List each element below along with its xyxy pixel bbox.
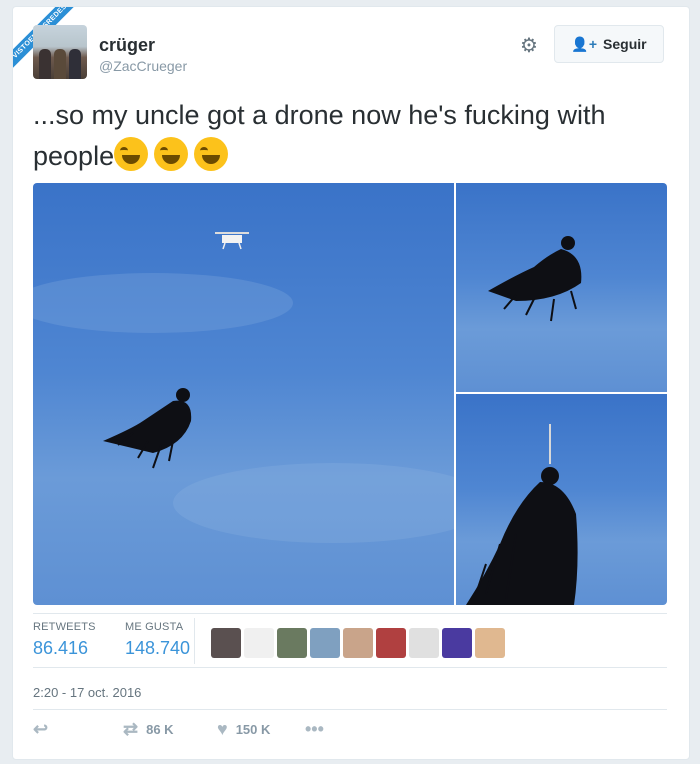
retweets-value: 86.416 xyxy=(33,638,89,658)
tears-of-joy-emoji-icon xyxy=(114,137,149,171)
avatar[interactable] xyxy=(33,25,87,79)
liker-avatar[interactable] xyxy=(376,628,406,658)
liker-avatars xyxy=(211,628,505,658)
more-button[interactable]: ••• xyxy=(305,719,324,740)
more-icon: ••• xyxy=(305,719,324,739)
tweet-actions: ↩ ⇄ 86 K ♥ 150 K ••• xyxy=(33,719,667,743)
drone-icon xyxy=(215,232,249,250)
retweet-button[interactable]: ⇄ 86 K xyxy=(123,719,174,740)
add-user-icon: 👤+ xyxy=(571,35,598,52)
retweets-stat[interactable]: RETWEETS 86.416 xyxy=(33,621,96,659)
photo-bottom-right[interactable] xyxy=(456,394,667,605)
likes-value: 148.740 xyxy=(125,638,191,658)
tweet-card: VISTOENLASREDES crüger @ZacCrueger ⚙ 👤+ … xyxy=(12,6,690,760)
liker-avatar[interactable] xyxy=(244,628,274,658)
liker-avatar[interactable] xyxy=(442,628,472,658)
tweet-media[interactable] xyxy=(33,183,667,605)
follow-label: Seguir xyxy=(603,36,647,52)
liker-avatar[interactable] xyxy=(211,628,241,658)
stats-divider xyxy=(194,618,195,664)
like-button[interactable]: ♥ 150 K xyxy=(217,719,270,740)
dementor-figure-icon xyxy=(466,467,578,605)
heart-icon: ♥ xyxy=(217,719,228,739)
likes-stat[interactable]: ME GUSTA 148.740 xyxy=(125,621,190,659)
tears-of-joy-emoji-icon xyxy=(154,137,189,171)
dementor-figure-icon xyxy=(103,388,192,469)
emoji-group xyxy=(114,137,234,171)
retweets-label: RETWEETS xyxy=(33,621,96,633)
user-name[interactable]: crüger xyxy=(99,35,155,56)
reply-icon: ↩ xyxy=(33,719,49,739)
liker-avatar[interactable] xyxy=(475,628,505,658)
divider-bottom xyxy=(33,709,667,710)
timestamp[interactable]: 2:20 - 17 oct. 2016 xyxy=(33,685,141,700)
tweet-text: ...so my uncle got a drone now he's fuck… xyxy=(33,95,673,177)
retweet-icon: ⇄ xyxy=(123,719,139,739)
liker-avatar[interactable] xyxy=(409,628,439,658)
follow-button[interactable]: 👤+ Seguir xyxy=(554,25,664,63)
liker-avatar[interactable] xyxy=(277,628,307,658)
reply-button[interactable]: ↩ xyxy=(33,719,48,740)
dementor-figure-icon xyxy=(488,236,582,322)
gear-icon[interactable]: ⚙ xyxy=(518,35,540,57)
liker-avatar[interactable] xyxy=(343,628,373,658)
user-handle[interactable]: @ZacCrueger xyxy=(99,58,187,74)
photo-top-right[interactable] xyxy=(456,183,667,392)
likes-label: ME GUSTA xyxy=(125,621,184,633)
like-count: 150 K xyxy=(235,722,271,737)
retweet-count: 86 K xyxy=(146,722,174,737)
liker-avatar[interactable] xyxy=(310,628,340,658)
divider-top xyxy=(33,613,667,614)
divider-middle xyxy=(33,667,667,668)
tears-of-joy-emoji-icon xyxy=(194,137,229,171)
photo-main[interactable] xyxy=(33,183,454,605)
